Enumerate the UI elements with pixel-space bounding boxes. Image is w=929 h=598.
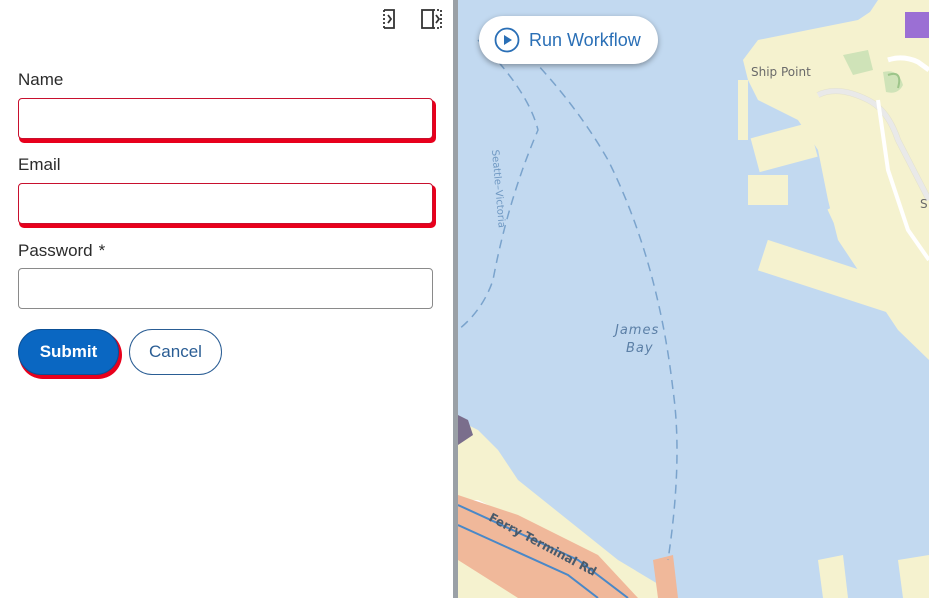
edge-street-label: S [920, 197, 928, 211]
dock-panel-button[interactable] [421, 8, 443, 30]
required-mark: * [98, 241, 106, 260]
name-field[interactable] [18, 98, 433, 139]
run-workflow-label: Run Workflow [529, 29, 641, 50]
panel-toolbar [379, 8, 443, 30]
email-label-text: Email [18, 155, 61, 174]
password-field[interactable] [18, 268, 433, 309]
name-label: Name [18, 70, 63, 90]
ship-point-label: Ship Point [751, 65, 811, 79]
map-view[interactable]: Ship Point Seattle–Victoria James Bay Fe… [458, 0, 929, 598]
submit-button[interactable]: Submit [18, 329, 119, 375]
name-label-text: Name [18, 70, 64, 89]
bay-label: Bay [626, 341, 654, 356]
collapse-panel-icon [383, 9, 395, 29]
run-workflow-button[interactable]: Run Workflow [479, 16, 658, 64]
collapse-panel-button[interactable] [379, 8, 401, 30]
password-label: Password * [18, 241, 105, 261]
email-field[interactable] [18, 183, 433, 224]
password-label-text: Password [18, 241, 93, 260]
basemap: Ship Point Seattle–Victoria James Bay Fe… [458, 0, 929, 598]
email-label: Email [18, 155, 61, 175]
play-icon [494, 27, 520, 53]
ferry-route-label: Seattle–Victoria [489, 149, 507, 228]
james-label: James [612, 323, 659, 338]
cancel-button[interactable]: Cancel [129, 329, 222, 375]
dock-panel-icon [421, 9, 442, 29]
form-panel: Name Email Password * Submit Cancel [0, 0, 453, 598]
